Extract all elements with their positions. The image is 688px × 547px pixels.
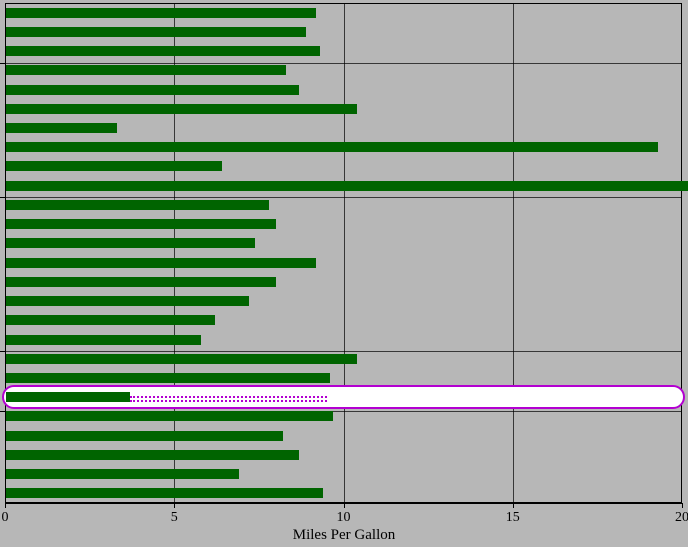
bar xyxy=(6,238,255,248)
x-tick-label: 15 xyxy=(506,510,520,526)
bar xyxy=(6,219,276,229)
bar xyxy=(6,200,269,210)
bar xyxy=(6,373,330,383)
bar xyxy=(6,46,320,56)
bar xyxy=(6,315,215,325)
x-tick xyxy=(5,503,6,508)
x-tick xyxy=(174,503,175,508)
highlighted-bar xyxy=(6,392,130,402)
bar xyxy=(6,85,299,95)
bar xyxy=(6,142,658,152)
x-tick xyxy=(344,503,345,508)
bar xyxy=(6,354,357,364)
gridline-vertical xyxy=(513,3,514,503)
bar xyxy=(6,104,357,114)
bar xyxy=(6,65,286,75)
bar xyxy=(6,161,222,171)
bar xyxy=(6,411,333,421)
bar xyxy=(6,181,688,191)
bar xyxy=(6,335,201,345)
x-axis-label: Miles Per Gallon xyxy=(0,527,688,544)
x-tick-label: 0 xyxy=(2,510,9,526)
y-tick xyxy=(0,411,5,412)
x-tick-label: 10 xyxy=(337,510,351,526)
y-tick xyxy=(0,351,5,352)
y-tick xyxy=(0,63,5,64)
gridline-vertical xyxy=(174,3,175,503)
x-tick xyxy=(682,503,683,508)
bar xyxy=(6,450,299,460)
y-tick xyxy=(0,197,5,198)
x-tick-label: 20 xyxy=(675,510,688,526)
bar xyxy=(6,488,323,498)
bar xyxy=(6,469,239,479)
bar xyxy=(6,431,283,441)
bar xyxy=(6,8,316,18)
x-tick xyxy=(513,503,514,508)
highlight-target-line xyxy=(130,396,326,398)
bar xyxy=(6,27,306,37)
gridline-vertical xyxy=(344,3,345,503)
highlight-target-line xyxy=(130,400,326,402)
chart-container: 0 5 10 15 20 Miles Per Gallon xyxy=(0,0,688,547)
bar xyxy=(6,258,316,268)
bar xyxy=(6,277,276,287)
bar xyxy=(6,123,117,133)
x-tick-label: 5 xyxy=(171,510,178,526)
bar xyxy=(6,296,249,306)
